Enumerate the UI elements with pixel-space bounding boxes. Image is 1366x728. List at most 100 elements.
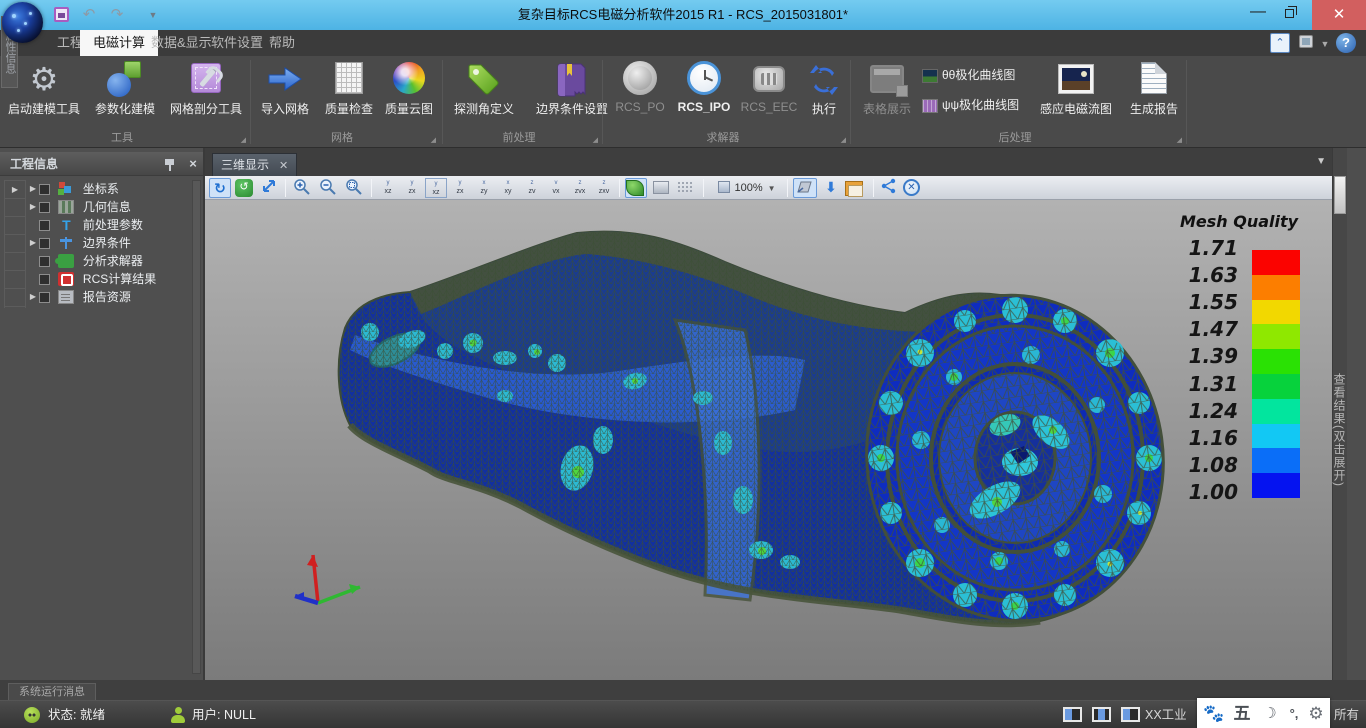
- checkbox[interactable]: [39, 202, 50, 213]
- tab-3d-display[interactable]: 三维显示✕: [212, 153, 297, 176]
- ime-punctuation-icon[interactable]: °,: [1283, 698, 1305, 728]
- generate-report-button[interactable]: 生成报告: [1124, 58, 1184, 128]
- device-dropdown-icon[interactable]: ▼: [1320, 33, 1330, 53]
- restore-button[interactable]: [1276, 0, 1306, 30]
- checkbox[interactable]: [39, 238, 50, 249]
- scrollbar-thumb[interactable]: [1334, 176, 1346, 214]
- minimize-button[interactable]: —: [1243, 0, 1273, 30]
- redo-icon[interactable]: ↷: [106, 4, 128, 26]
- group-expand-icon[interactable]: ◢: [241, 136, 246, 144]
- rcs-po-button: RCS_PO: [610, 58, 670, 128]
- viewport-canvas[interactable]: Mesh Quality 1.711.63 1.551.47 1.391.31 …: [205, 200, 1332, 680]
- collapsed-result-panel[interactable]: 查看结果(双击展开): [1332, 148, 1347, 680]
- view-top-icon[interactable]: xzy: [473, 178, 495, 198]
- theta-polarization-curve-button[interactable]: θθ极化曲线图: [922, 64, 1015, 86]
- cancel-circle-icon[interactable]: ✕: [903, 178, 923, 198]
- checkbox[interactable]: [39, 274, 50, 285]
- boundary-icon: [58, 236, 74, 250]
- expand-icon[interactable]: ▶: [27, 288, 39, 306]
- save-icon[interactable]: [50, 4, 72, 26]
- ime-toolbar[interactable]: 🐾 五 ☽ °, ⚙: [1197, 698, 1330, 728]
- tab-close-icon[interactable]: ✕: [279, 160, 288, 172]
- share-link-icon[interactable]: [879, 178, 899, 198]
- pin-icon[interactable]: [164, 157, 176, 171]
- expand-icon[interactable]: ▶: [27, 198, 39, 216]
- expand-icon[interactable]: ▶: [27, 180, 39, 198]
- window-title: 复杂目标RCS电磁分析软件2015 R1 - RCS_2015031801*: [250, 0, 1116, 30]
- tree-item-report-resources[interactable]: ▶ 报告资源: [27, 288, 131, 306]
- tab-list-dropdown-icon[interactable]: ▼: [1316, 156, 1326, 167]
- layout-center-panel-icon[interactable]: [1092, 707, 1111, 722]
- probe-angle-button[interactable]: 探测角定义: [446, 58, 522, 128]
- checkbox[interactable]: [39, 256, 50, 267]
- meshing-tool-button[interactable]: 网格剖分工具: [165, 58, 247, 128]
- help-icon[interactable]: ?: [1336, 33, 1356, 53]
- tree-item-rcs-results[interactable]: RCS计算结果: [27, 270, 156, 288]
- shaded-view-icon[interactable]: [625, 178, 647, 198]
- checkbox[interactable]: [39, 184, 50, 195]
- import-mesh-button[interactable]: 导入网格: [254, 58, 316, 128]
- group-expand-icon[interactable]: ◢: [1177, 136, 1182, 144]
- execute-button[interactable]: 执行: [802, 58, 846, 128]
- title-bar: 复杂目标RCS电磁分析软件2015 R1 - RCS_2015031801* ↶…: [0, 0, 1366, 30]
- zoom-window-icon[interactable]: [343, 178, 365, 198]
- view-left-icon[interactable]: yxz: [425, 178, 447, 198]
- checkbox[interactable]: [39, 292, 50, 303]
- drop-down-arrow-icon[interactable]: ⬇: [821, 178, 841, 198]
- tree-item-coordinate-system[interactable]: ▶ 坐标系: [27, 180, 119, 198]
- system-message-tab[interactable]: 系统运行消息: [8, 683, 96, 700]
- device-icon[interactable]: [1298, 33, 1318, 53]
- ime-halfwidth-moon-icon[interactable]: ☽: [1257, 698, 1283, 728]
- view-right-icon[interactable]: yzx: [449, 178, 471, 198]
- undo-icon[interactable]: ↶: [78, 4, 100, 26]
- view-bottom-icon[interactable]: xxy: [497, 178, 519, 198]
- ime-mode-icon[interactable]: 五: [1229, 698, 1255, 728]
- quality-cloud-button[interactable]: 质量云图: [378, 58, 440, 128]
- zoom-out-icon[interactable]: [317, 178, 339, 198]
- clock-icon: [687, 61, 721, 95]
- view-results-collapsed-tab[interactable]: 查看结果(双击展开): [1333, 373, 1348, 487]
- induced-current-map-button[interactable]: 感应电磁流图: [1030, 58, 1122, 128]
- rotate-view-icon[interactable]: ↻: [209, 178, 231, 198]
- panel-close-icon[interactable]: ×: [184, 152, 202, 176]
- book-icon: [555, 62, 589, 98]
- group-expand-icon[interactable]: ◢: [431, 136, 436, 144]
- orbit-icon[interactable]: ↺: [235, 178, 255, 198]
- parametric-modeling-button[interactable]: 参数化建模: [86, 58, 164, 128]
- psi-polarization-curve-button[interactable]: ψψ极化曲线图: [922, 94, 1019, 116]
- close-button[interactable]: ✕: [1312, 0, 1366, 30]
- rcs-ipo-button[interactable]: RCS_IPO: [672, 58, 736, 128]
- section-tool-icon[interactable]: [793, 178, 817, 198]
- group-expand-icon[interactable]: ◢: [841, 136, 846, 144]
- quality-check-button[interactable]: 质量检查: [318, 58, 380, 128]
- panel-scrollbar[interactable]: [192, 180, 201, 674]
- view-iso1-icon[interactable]: zzv: [521, 178, 543, 198]
- points-view-icon[interactable]: [677, 178, 697, 198]
- view-iso4-icon[interactable]: zzxv: [593, 178, 615, 198]
- view-iso2-icon[interactable]: vvx: [545, 178, 567, 198]
- layers-folder-icon[interactable]: [845, 178, 867, 198]
- pan-zoom-icon[interactable]: [259, 178, 279, 198]
- photo-icon: [1058, 64, 1094, 94]
- checkbox[interactable]: [39, 220, 50, 231]
- view-iso3-icon[interactable]: zzvx: [569, 178, 591, 198]
- tree-item-boundary-conditions[interactable]: ▶ 边界条件: [27, 234, 131, 252]
- zoom-level-dropdown[interactable]: 100%▼: [711, 178, 783, 198]
- tab-help[interactable]: 帮助: [256, 30, 308, 56]
- gutter-expander-icon[interactable]: ▶: [5, 181, 25, 199]
- quick-access-dropdown-icon[interactable]: ▼: [142, 4, 164, 26]
- group-expand-icon[interactable]: ◢: [593, 136, 598, 144]
- zoom-in-icon[interactable]: [291, 178, 313, 198]
- ime-settings-gear-icon[interactable]: ⚙: [1303, 698, 1329, 728]
- view-front-icon[interactable]: yxz: [377, 178, 399, 198]
- expand-icon[interactable]: ▶: [27, 234, 39, 252]
- tree-item-geometry-info[interactable]: ▶ 几何信息: [27, 198, 131, 216]
- ime-logo-paw-icon[interactable]: 🐾: [1201, 698, 1227, 728]
- view-back-icon[interactable]: yzx: [401, 178, 423, 198]
- tree-item-analysis-solver[interactable]: 分析求解器: [27, 252, 143, 270]
- wireframe-view-icon[interactable]: [653, 178, 673, 198]
- layout-right-panel-icon[interactable]: [1121, 707, 1140, 722]
- tree-item-preprocess-params[interactable]: T 前处理参数: [27, 216, 143, 234]
- layout-left-panel-icon[interactable]: [1063, 707, 1082, 722]
- collapse-ribbon-icon[interactable]: ⌃: [1270, 33, 1290, 53]
